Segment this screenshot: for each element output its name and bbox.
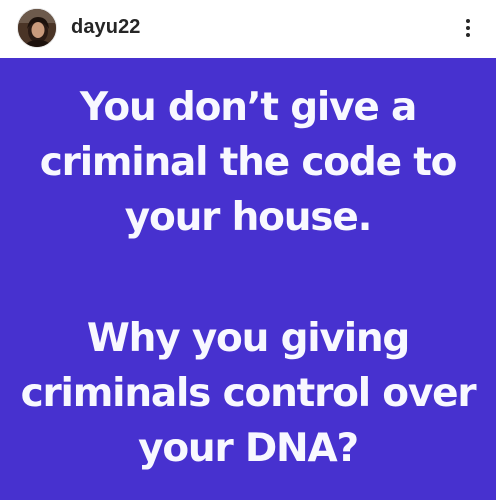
post-header: dayu22 [0, 0, 496, 58]
vertical-ellipsis-icon [466, 19, 470, 23]
quote-line: your house. [124, 195, 373, 240]
quote-line: criminals control over [20, 371, 477, 416]
quote-paragraph-1: You don’t give a criminal the code to yo… [0, 80, 496, 245]
more-options-button[interactable] [456, 14, 480, 42]
instagram-post: dayu22 You don’t give a criminal the cod… [0, 0, 496, 500]
avatar[interactable] [17, 8, 57, 48]
quote-line: your DNA? [138, 426, 359, 471]
username[interactable]: dayu22 [71, 13, 141, 41]
quote-line: Why you giving [86, 316, 411, 361]
quote-line: You don’t give a [79, 85, 417, 130]
post-image[interactable]: You don’t give a criminal the code to yo… [0, 58, 496, 500]
quote-line: criminal the code to [39, 140, 458, 185]
quote-paragraph-2: Why you giving criminals control over yo… [0, 311, 496, 476]
vertical-ellipsis-icon [466, 33, 470, 37]
vertical-ellipsis-icon [466, 26, 470, 30]
avatar-photo-icon [18, 9, 56, 47]
